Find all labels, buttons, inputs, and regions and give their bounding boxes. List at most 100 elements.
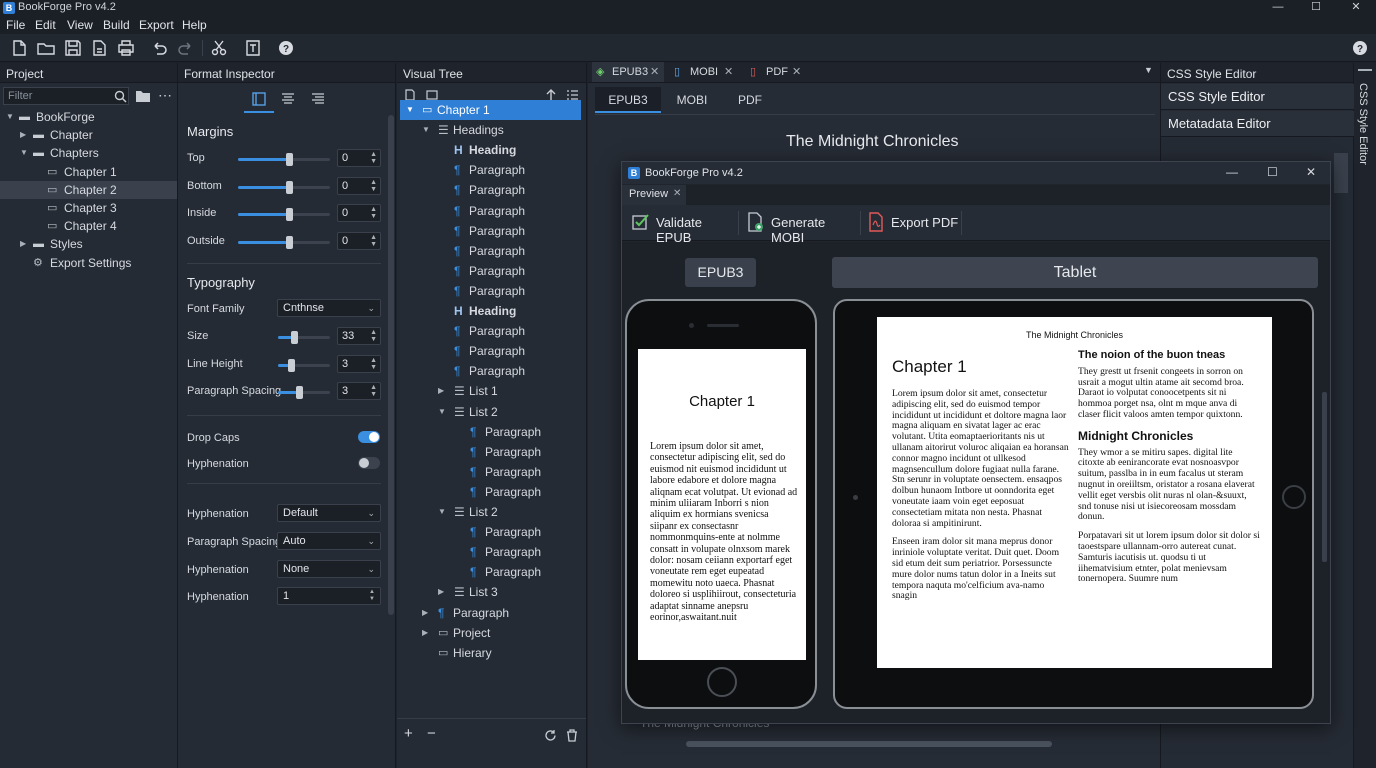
help-right-icon[interactable]: ? bbox=[1350, 38, 1370, 58]
menu-edit[interactable]: Edit bbox=[35, 18, 56, 32]
align-justify-icon[interactable] bbox=[310, 91, 326, 107]
visual-tree-node[interactable]: ▭ Hierary bbox=[400, 643, 581, 663]
visual-tree-node[interactable]: H Heading bbox=[400, 301, 581, 321]
subtab-pdf[interactable]: PDF bbox=[722, 87, 778, 113]
phone-home-button[interactable] bbox=[707, 667, 737, 697]
save-icon[interactable] bbox=[63, 38, 83, 58]
margin-bottom-slider[interactable] bbox=[238, 180, 330, 194]
project-tree-item[interactable]: ▶ ▬ Chapter bbox=[0, 126, 177, 144]
close-icon[interactable]: ✕ bbox=[792, 62, 801, 82]
visual-tree-node[interactable]: H Heading bbox=[400, 140, 581, 160]
slider-handle[interactable] bbox=[285, 235, 293, 249]
remove-node-button[interactable]: − bbox=[427, 725, 436, 742]
option-select[interactable]: None ⌄ bbox=[277, 559, 381, 578]
tablet-home-button[interactable] bbox=[1282, 485, 1306, 509]
project-tree-item[interactable]: ▼ ▬ Chapters bbox=[0, 144, 177, 162]
chevron-right-icon[interactable]: ▶ bbox=[422, 603, 428, 623]
doc-tab-epub3[interactable]: ◈ EPUB3 ✕ bbox=[592, 62, 664, 82]
doc-tab-mobi[interactable]: ▯ MOBI ✕ bbox=[670, 62, 740, 82]
metadata-editor-item[interactable]: Metatadata Editor bbox=[1161, 111, 1354, 137]
spin-arrows-icon[interactable]: ▲ ▼ bbox=[370, 329, 377, 343]
slider-handle[interactable] bbox=[288, 358, 295, 372]
subtab-epub3[interactable]: EPUB3 bbox=[595, 87, 661, 113]
visual-tree-node[interactable]: ▼ ▭ Chapter 1 bbox=[400, 100, 581, 120]
minimize-icon[interactable]: — bbox=[1268, 0, 1288, 15]
slider-handle[interactable] bbox=[285, 153, 293, 166]
margin-inside-slider[interactable] bbox=[238, 208, 330, 221]
option-select[interactable]: Default ⌄ bbox=[277, 504, 381, 522]
chevron-right-icon[interactable]: ▶ bbox=[438, 582, 444, 602]
visual-tree-node[interactable]: ▶ ☰ List 1 bbox=[400, 381, 581, 401]
visual-tree-node[interactable]: ¶ Paragraph bbox=[400, 281, 581, 301]
margin-outside-slider[interactable] bbox=[238, 235, 330, 249]
open-folder-icon[interactable] bbox=[36, 38, 56, 58]
chevron-down-icon[interactable]: ▼ bbox=[6, 108, 14, 126]
close-icon[interactable]: ✕ bbox=[650, 62, 659, 82]
visual-tree-node[interactable]: ¶ Paragraph bbox=[400, 321, 581, 341]
menu-file[interactable]: File bbox=[6, 18, 25, 32]
menu-view[interactable]: View bbox=[67, 18, 93, 32]
spin-arrows-icon[interactable]: ▲ ▼ bbox=[370, 384, 377, 398]
visual-tree-node[interactable]: ¶ Paragraph bbox=[400, 542, 581, 562]
font-family-select[interactable]: Cnthnse ⌄ bbox=[277, 299, 381, 317]
chevron-down-icon[interactable]: ▼ bbox=[20, 144, 28, 162]
close-icon[interactable]: ✕ bbox=[1346, 0, 1366, 15]
redo-icon[interactable] bbox=[176, 38, 196, 58]
visual-tree-node[interactable]: ¶ Paragraph bbox=[400, 160, 581, 180]
visual-tree-node[interactable]: ¶ Paragraph bbox=[400, 361, 581, 381]
minimize-icon[interactable]: — bbox=[1226, 165, 1238, 179]
visual-tree-node[interactable]: ¶ Paragraph bbox=[400, 442, 581, 462]
slider-handle[interactable] bbox=[290, 331, 298, 344]
project-tree-item[interactable]: ▶ ▬ Styles bbox=[0, 235, 177, 253]
maximize-icon[interactable]: ☐ bbox=[1306, 0, 1326, 15]
project-tree-item[interactable]: ▭ Chapter 2 bbox=[0, 180, 177, 199]
project-tree-item[interactable]: ⚙ Export Settings bbox=[0, 254, 177, 272]
open-folder-icon[interactable] bbox=[135, 89, 151, 103]
project-tree-item[interactable]: ▼ ▬ BookForge bbox=[0, 108, 177, 126]
slider-handle[interactable] bbox=[285, 180, 293, 194]
drop-caps-toggle[interactable] bbox=[358, 431, 380, 443]
device-tablet-button[interactable]: Tablet bbox=[832, 257, 1318, 288]
hyphenation-toggle[interactable] bbox=[358, 457, 380, 469]
filter-input[interactable]: Filter bbox=[3, 87, 129, 105]
more-options-icon[interactable]: ⋯ bbox=[158, 87, 172, 104]
chevron-right-icon[interactable]: ▶ bbox=[422, 623, 428, 643]
slider-handle[interactable] bbox=[285, 208, 293, 221]
spin-arrows-icon[interactable]: ▲ ▼ bbox=[370, 206, 377, 220]
validate-epub-button[interactable]: Validate EPUB bbox=[628, 211, 738, 245]
chevron-down-icon[interactable]: ▼ bbox=[422, 120, 430, 140]
new-file-icon[interactable] bbox=[9, 38, 29, 58]
option-spinbox[interactable]: 1 ▲ ▼ bbox=[277, 587, 381, 606]
doc-tab-pdf[interactable]: ▯ PDF ✕ bbox=[746, 62, 808, 82]
visual-tree-node[interactable]: ¶ Paragraph bbox=[400, 462, 581, 482]
chevron-right-icon[interactable]: ▶ bbox=[20, 235, 26, 253]
margin-bottom-spinbox[interactable]: 0 ▲ ▼ bbox=[337, 176, 381, 195]
visual-tree-node[interactable]: ¶ Paragraph bbox=[400, 241, 581, 261]
visual-tree-node[interactable]: ¶ Paragraph bbox=[400, 422, 581, 442]
visual-tree-node[interactable]: ▼ ☰ Headings bbox=[400, 120, 581, 140]
generate-mobi-button[interactable]: Generate MOBI bbox=[742, 211, 858, 245]
project-tree-item[interactable]: ▭ Chapter 1 bbox=[0, 163, 177, 181]
visual-tree-node[interactable]: ¶ Paragraph bbox=[400, 562, 581, 582]
preview-tab[interactable]: Preview ✕ bbox=[622, 185, 686, 205]
menu-help[interactable]: Help bbox=[182, 18, 207, 32]
subtab-mobi[interactable]: MOBI bbox=[662, 87, 722, 113]
spin-arrows-icon[interactable]: ▲ ▼ bbox=[370, 179, 377, 193]
project-tree-item[interactable]: ▭ Chapter 4 bbox=[0, 217, 177, 235]
visual-tree-node[interactable]: ¶ Paragraph bbox=[400, 221, 581, 241]
visual-tree-node[interactable]: ▶ ¶ Paragraph bbox=[400, 603, 581, 623]
horizontal-scrollbar[interactable] bbox=[686, 741, 1052, 747]
spin-arrows-icon[interactable]: ▲ ▼ bbox=[370, 151, 377, 165]
chevron-right-icon[interactable]: ▶ bbox=[438, 381, 444, 401]
visual-tree-node[interactable]: ¶ Paragraph bbox=[400, 180, 581, 200]
visual-tree-node[interactable]: ▼ ☰ List 2 bbox=[400, 402, 581, 422]
close-icon[interactable]: ✕ bbox=[1306, 165, 1316, 179]
visual-tree-node[interactable]: ▶ ▭ Project bbox=[400, 623, 581, 643]
save-as-icon[interactable] bbox=[89, 38, 109, 58]
align-left-tab[interactable] bbox=[244, 85, 274, 113]
slider-handle[interactable] bbox=[295, 386, 303, 399]
visual-tree-node[interactable]: ¶ Paragraph bbox=[400, 482, 581, 502]
visual-tree-node[interactable]: ¶ Paragraph bbox=[400, 341, 581, 361]
visual-tree-node[interactable]: ¶ Paragraph bbox=[400, 522, 581, 542]
menu-export[interactable]: Export bbox=[139, 18, 174, 32]
